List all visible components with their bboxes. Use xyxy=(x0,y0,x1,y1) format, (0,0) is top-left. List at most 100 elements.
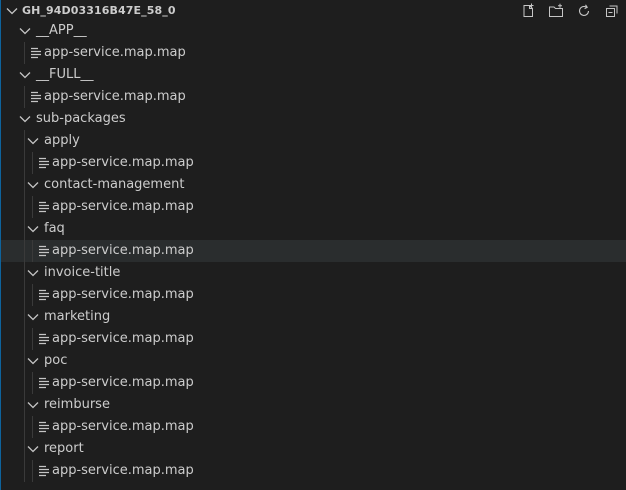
new-folder-icon xyxy=(549,3,563,17)
indent-guide xyxy=(24,350,25,372)
chevron-down-icon[interactable] xyxy=(26,266,40,280)
indent-guide xyxy=(32,328,33,350)
file-label: app-service.map.map xyxy=(52,463,194,478)
indent-guide xyxy=(24,394,25,416)
tree-file-full-service[interactable]: app-service.map.map xyxy=(1,86,626,108)
folder-label: report xyxy=(44,441,84,456)
file-label: app-service.map.map xyxy=(52,243,194,258)
folder-label: reimburse xyxy=(44,397,110,412)
file-label: app-service.map.map xyxy=(52,419,194,434)
indent-guide xyxy=(24,460,25,482)
tree-folder-poc[interactable]: poc xyxy=(1,350,626,372)
folder-label: contact-management xyxy=(44,177,185,192)
indent-guide xyxy=(24,328,25,350)
file-lines-icon xyxy=(31,91,41,103)
file-lines-icon xyxy=(39,245,49,257)
tree-file-contact-service[interactable]: app-service.map.map xyxy=(1,196,626,218)
tree-file-apply-service[interactable]: app-service.map.map xyxy=(1,152,626,174)
folder-label: apply xyxy=(44,133,80,148)
folder-label: invoice-title xyxy=(44,265,121,280)
collapse-all-button[interactable] xyxy=(601,2,623,20)
explorer-section-header[interactable]: GH_94D03316B47E_58_0 xyxy=(1,0,626,22)
file-lines-icon xyxy=(39,333,49,345)
tree-file-poc-service[interactable]: app-service.map.map xyxy=(1,372,626,394)
indent-guide xyxy=(32,284,33,306)
collapse-all-icon xyxy=(606,5,618,17)
file-lines-icon xyxy=(39,465,49,477)
folder-label: sub-packages xyxy=(36,111,126,126)
file-label: app-service.map.map xyxy=(52,199,194,214)
folder-label: __FULL__ xyxy=(36,67,94,82)
tree-folder-invoice-title[interactable]: invoice-title xyxy=(1,262,626,284)
indent-guide xyxy=(24,218,25,240)
indent-guide xyxy=(24,240,25,262)
indent-guide xyxy=(24,372,25,394)
explorer-panel: GH_94D03316B47E_58_0 __APP__ app-service… xyxy=(0,0,626,490)
tree-folder-sub-packages[interactable]: sub-packages xyxy=(1,108,626,130)
tree-file-marketing-service[interactable]: app-service.map.map xyxy=(1,328,626,350)
tree-folder-app[interactable]: __APP__ xyxy=(1,20,626,42)
indent-guide xyxy=(32,152,33,174)
file-lines-icon xyxy=(39,201,49,213)
chevron-down-icon[interactable] xyxy=(18,24,32,38)
tree-folder-faq[interactable]: faq xyxy=(1,218,626,240)
workspace-title: GH_94D03316B47E_58_0 xyxy=(22,4,176,17)
header-actions xyxy=(517,2,623,20)
tree-file-report-service[interactable]: app-service.map.map xyxy=(1,460,626,482)
tree-file-reimburse-service[interactable]: app-service.map.map xyxy=(1,416,626,438)
file-label: app-service.map.map xyxy=(44,89,186,104)
new-folder-button[interactable] xyxy=(545,2,567,20)
indent-guide xyxy=(24,438,25,460)
file-lines-icon xyxy=(39,289,49,301)
chevron-down-icon[interactable] xyxy=(5,4,19,18)
file-lines-icon xyxy=(39,157,49,169)
chevron-down-icon[interactable] xyxy=(26,442,40,456)
chevron-down-icon[interactable] xyxy=(26,398,40,412)
new-file-button[interactable] xyxy=(517,2,539,20)
file-label: app-service.map.map xyxy=(44,45,186,60)
chevron-down-icon[interactable] xyxy=(18,68,32,82)
file-label: app-service.map.map xyxy=(52,375,194,390)
tree-file-invoice-service[interactable]: app-service.map.map xyxy=(1,284,626,306)
indent-guide xyxy=(32,240,33,262)
file-lines-icon xyxy=(31,47,41,59)
tree-file-app-service[interactable]: app-service.map.map xyxy=(1,42,626,64)
file-lines-icon xyxy=(39,421,49,433)
folder-label: __APP__ xyxy=(36,23,87,38)
chevron-down-icon[interactable] xyxy=(26,222,40,236)
tree-folder-reimburse[interactable]: reimburse xyxy=(1,394,626,416)
chevron-down-icon[interactable] xyxy=(26,310,40,324)
indent-guide xyxy=(32,372,33,394)
tree-file-faq-service[interactable]: app-service.map.map xyxy=(1,240,626,262)
folder-label: poc xyxy=(44,353,68,368)
indent-guide xyxy=(24,416,25,438)
indent-guide xyxy=(32,416,33,438)
file-label: app-service.map.map xyxy=(52,331,194,346)
indent-guide xyxy=(24,152,25,174)
indent-guide xyxy=(24,42,25,64)
new-file-icon xyxy=(523,3,534,17)
tree-folder-full[interactable]: __FULL__ xyxy=(1,64,626,86)
tree-folder-report[interactable]: report xyxy=(1,438,626,460)
indent-guide xyxy=(24,86,25,108)
file-lines-icon xyxy=(39,377,49,389)
folder-label: faq xyxy=(44,221,65,236)
chevron-down-icon[interactable] xyxy=(26,178,40,192)
file-label: app-service.map.map xyxy=(52,155,194,170)
tree-folder-contact-management[interactable]: contact-management xyxy=(1,174,626,196)
refresh-button[interactable] xyxy=(573,2,595,20)
indent-guide xyxy=(32,196,33,218)
file-tree: __APP__ app-service.map.map __FULL__ app… xyxy=(1,20,626,482)
chevron-down-icon[interactable] xyxy=(26,354,40,368)
tree-folder-marketing[interactable]: marketing xyxy=(1,306,626,328)
indent-guide xyxy=(24,262,25,284)
indent-guide xyxy=(32,460,33,482)
chevron-down-icon[interactable] xyxy=(26,134,40,148)
indent-guide xyxy=(24,130,25,152)
chevron-down-icon[interactable] xyxy=(18,112,32,126)
indent-guide xyxy=(24,196,25,218)
refresh-icon xyxy=(578,4,590,16)
tree-folder-apply[interactable]: apply xyxy=(1,130,626,152)
indent-guide xyxy=(24,284,25,306)
folder-label: marketing xyxy=(44,309,111,324)
